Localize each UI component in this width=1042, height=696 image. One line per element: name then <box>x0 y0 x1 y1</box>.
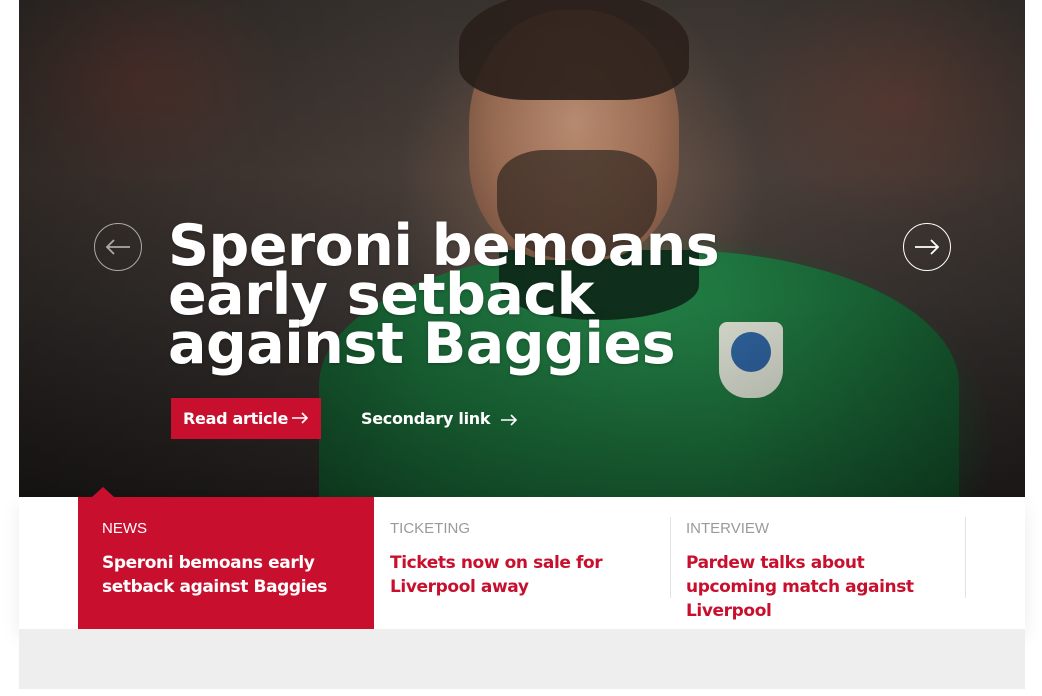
read-article-button[interactable]: Read article <box>171 398 321 439</box>
article-tabs: NEWS Speroni bemoans early setback again… <box>19 487 1025 629</box>
card-headline: Tickets now on sale for Liverpool away <box>390 553 603 597</box>
hero-title: Speroni bemoans early setback against Ba… <box>168 213 720 377</box>
article-card-ticketing[interactable]: TICKETING Tickets now on sale for Liverp… <box>374 497 670 629</box>
card-divider <box>965 517 966 598</box>
card-headline: Speroni bemoans early setback against Ba… <box>102 553 327 597</box>
arrow-right-icon <box>501 414 518 426</box>
card-category: INTERVIEW <box>686 520 770 537</box>
article-card-interview[interactable]: INTERVIEW Pardew talks about upcoming ma… <box>670 497 966 629</box>
secondary-link[interactable]: Secondary link <box>361 398 518 439</box>
carousel-next-button[interactable] <box>903 223 951 271</box>
card-category: TICKETING <box>390 520 471 537</box>
article-card-news[interactable]: NEWS Speroni bemoans early setback again… <box>78 487 374 629</box>
card-headline: Pardew talks about upcoming match agains… <box>686 553 914 621</box>
card-category: NEWS <box>102 520 147 537</box>
content-placeholder <box>19 629 1025 689</box>
read-article-label: Read article <box>183 409 289 428</box>
arrow-right-icon <box>292 412 309 424</box>
arrow-right-icon <box>915 239 940 255</box>
secondary-link-label: Secondary link <box>361 409 491 428</box>
carousel-prev-button[interactable] <box>94 223 142 271</box>
arrow-left-icon <box>105 239 130 255</box>
